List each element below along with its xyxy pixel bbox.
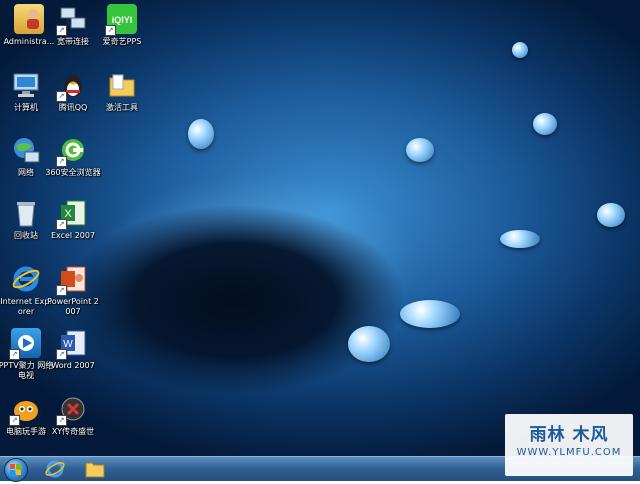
shortcut-arrow-icon: ↗: [56, 349, 67, 360]
shortcut-arrow-icon: ↗: [105, 25, 116, 36]
ie-icon: [45, 460, 65, 478]
desktop-icon-qq[interactable]: ↗ 腾讯QQ: [45, 70, 101, 113]
water-drop: [400, 300, 460, 328]
computer-icon: [11, 70, 41, 100]
ie-icon: [11, 264, 41, 294]
desktop-icon-activation-tools[interactable]: 激活工具: [94, 70, 150, 113]
desktop-wallpaper: Administra... 计算机 网络 回收站 Internet Explor…: [0, 0, 640, 456]
shortcut-arrow-icon: ↗: [9, 349, 20, 360]
user-folder-icon: [14, 4, 44, 34]
desktop-icon-label: 360安全浏览器: [45, 168, 101, 177]
shortcut-arrow-icon: ↗: [56, 285, 67, 296]
desktop-icon-360-browser[interactable]: ↗ 360安全浏览器: [45, 135, 101, 178]
taskbar-ie-button[interactable]: [42, 458, 68, 480]
desktop-icon-word[interactable]: W ↗ Word 2007: [45, 328, 101, 371]
desktop-icon-iqiyi[interactable]: iQIYI ↗ 爱奇艺PPS: [94, 4, 150, 47]
shortcut-arrow-icon: ↗: [56, 415, 67, 426]
water-drop: [188, 119, 214, 149]
water-drop: [500, 230, 540, 248]
mobile-game-icon: ↗: [9, 394, 41, 426]
desktop-icon-broadband[interactable]: ↗ 宽带连接: [45, 4, 101, 47]
water-drop: [597, 203, 625, 227]
svg-text:iQIYI: iQIYI: [112, 15, 133, 25]
shortcut-arrow-icon: ↗: [56, 156, 67, 167]
taskbar-explorer-button[interactable]: [82, 458, 108, 480]
game-icon: ↗: [56, 394, 88, 426]
shortcut-arrow-icon: ↗: [56, 91, 67, 102]
folder-icon: [107, 70, 137, 100]
desktop-icon-label: Word 2007: [51, 361, 95, 370]
water-drop: [406, 138, 434, 162]
360-browser-icon: ↗: [56, 135, 88, 167]
water-drop: [512, 42, 528, 58]
watermark-url: WWW.YLMFU.COM: [516, 447, 622, 458]
desktop-icon-label: 宽带连接: [57, 37, 89, 46]
explorer-folder-icon: [85, 462, 105, 478]
network-connection-icon: ↗: [56, 4, 88, 36]
desktop-icon-label: 爱奇艺PPS: [102, 37, 142, 46]
shortcut-arrow-icon: ↗: [9, 415, 20, 426]
recycle-bin-icon: [11, 198, 41, 228]
excel-icon: X ↗: [56, 198, 88, 230]
word-icon: W ↗: [56, 328, 88, 360]
qq-penguin-icon: ↗: [56, 70, 88, 102]
powerpoint-icon: ↗: [56, 264, 88, 296]
desktop-icon-label: PowerPoint 2007: [47, 297, 99, 316]
iqiyi-icon: iQIYI ↗: [105, 4, 137, 36]
desktop-icon-powerpoint[interactable]: ↗ PowerPoint 2007: [45, 264, 101, 317]
desktop-icon-excel[interactable]: X ↗ Excel 2007: [45, 198, 101, 241]
desktop-icon-label: XY传奇盛世: [51, 427, 95, 436]
desktop-icon-label: 腾讯QQ: [58, 103, 88, 112]
desktop-icon-label: Excel 2007: [50, 231, 96, 240]
start-orb-icon[interactable]: [4, 458, 28, 482]
shortcut-arrow-icon: ↗: [56, 25, 67, 36]
network-globe-icon: [11, 135, 41, 165]
desktop-icon-xy-game[interactable]: ↗ XY传奇盛世: [45, 394, 101, 437]
water-drop: [348, 326, 390, 362]
water-drop: [533, 113, 557, 135]
shortcut-arrow-icon: ↗: [56, 219, 67, 230]
watermark-logo: 雨林 木风 WWW.YLMFU.COM: [505, 414, 633, 476]
desktop-icon-label: 激活工具: [106, 103, 138, 112]
watermark-title: 雨林 木风: [529, 425, 609, 445]
pptv-icon: ↗: [9, 328, 41, 360]
